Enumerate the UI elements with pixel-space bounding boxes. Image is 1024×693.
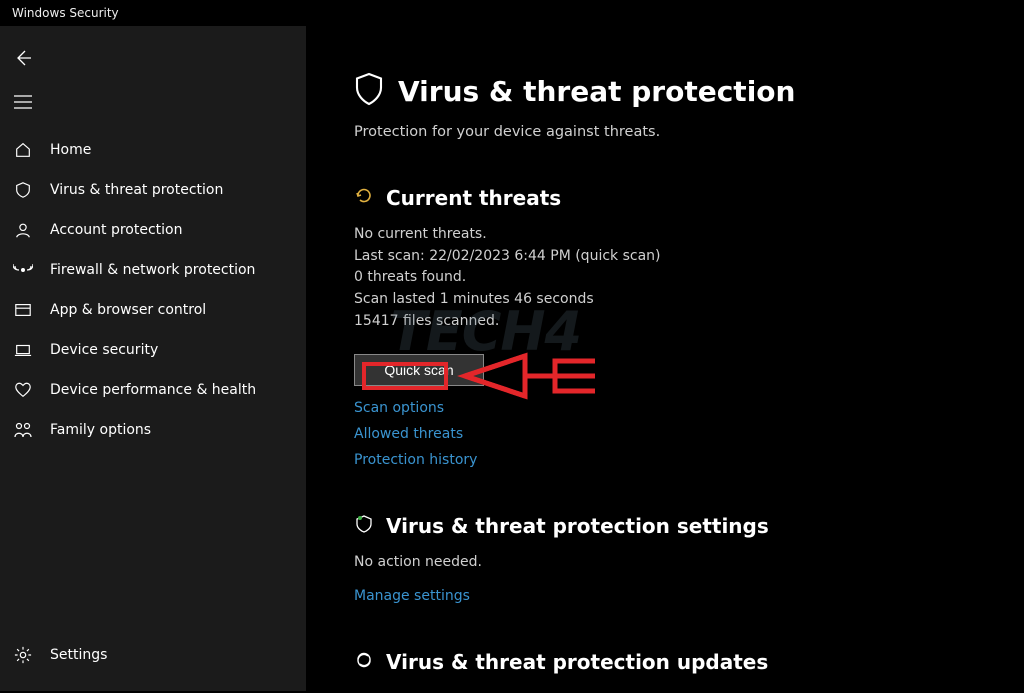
threats-found: 0 threats found.	[354, 267, 1024, 289]
scan-options-link[interactable]: Scan options	[354, 400, 1024, 416]
refresh-icon	[354, 186, 374, 210]
heart-icon	[11, 381, 35, 399]
sidebar-item-label: Device security	[50, 342, 158, 358]
sidebar-item-app-browser[interactable]: App & browser control	[0, 290, 306, 330]
sidebar-item-account[interactable]: Account protection	[0, 210, 306, 250]
threat-status: No current threats.	[354, 224, 1024, 246]
allowed-threats-link[interactable]: Allowed threats	[354, 426, 1024, 442]
wifi-icon	[11, 261, 35, 279]
title-bar: Windows Security	[0, 0, 1024, 26]
settings-shield-icon	[354, 514, 374, 538]
protection-history-link[interactable]: Protection history	[354, 452, 1024, 468]
page-subtitle: Protection for your device against threa…	[354, 124, 1024, 140]
sidebar-item-family[interactable]: Family options	[0, 410, 306, 450]
laptop-icon	[11, 341, 35, 359]
home-icon	[11, 141, 35, 159]
section-heading: Virus & threat protection updates	[386, 650, 768, 674]
app-title: Windows Security	[12, 6, 119, 20]
sidebar-item-label: Home	[50, 142, 91, 158]
sidebar-item-label: Device performance & health	[50, 382, 256, 398]
person-icon	[11, 221, 35, 239]
current-threats-section: Current threats No current threats. Last…	[354, 186, 1024, 468]
family-icon	[11, 421, 35, 439]
menu-button[interactable]	[0, 80, 46, 124]
sidebar-item-label: Family options	[50, 422, 151, 438]
update-icon	[354, 650, 374, 674]
back-arrow-icon	[13, 48, 33, 68]
protection-updates-section: Virus & threat protection updates Securi…	[354, 650, 1024, 691]
sidebar-item-label: Account protection	[50, 222, 183, 238]
nav-list: Home Virus & threat protection Account p…	[0, 130, 306, 635]
protection-settings-section: Virus & threat protection settings No ac…	[354, 514, 1024, 604]
sidebar-item-label: Settings	[50, 647, 107, 663]
section-heading: Virus & threat protection settings	[386, 514, 769, 538]
settings-status: No action needed.	[354, 552, 1024, 574]
files-scanned: 15417 files scanned.	[354, 311, 1024, 333]
sidebar-item-settings[interactable]: Settings	[0, 635, 306, 675]
scan-duration: Scan lasted 1 minutes 46 seconds	[354, 289, 1024, 311]
sidebar: Home Virus & threat protection Account p…	[0, 26, 306, 691]
shield-icon	[11, 181, 35, 199]
sidebar-item-label: Virus & threat protection	[50, 182, 223, 198]
page-title: Virus & threat protection	[398, 75, 795, 108]
sidebar-item-virus-threat[interactable]: Virus & threat protection	[0, 170, 306, 210]
section-heading: Current threats	[386, 186, 561, 210]
hamburger-icon	[14, 95, 32, 109]
gear-icon	[11, 646, 35, 664]
sidebar-item-firewall[interactable]: Firewall & network protection	[0, 250, 306, 290]
sidebar-item-performance[interactable]: Device performance & health	[0, 370, 306, 410]
back-button[interactable]	[0, 36, 46, 80]
browser-icon	[11, 301, 35, 319]
manage-settings-link[interactable]: Manage settings	[354, 588, 1024, 604]
sidebar-item-label: Firewall & network protection	[50, 262, 255, 278]
updates-status: Security intelligence is up to date.	[354, 688, 1024, 691]
quick-scan-button[interactable]: Quick scan	[354, 354, 484, 386]
sidebar-item-device-security[interactable]: Device security	[0, 330, 306, 370]
shield-icon	[354, 72, 384, 110]
sidebar-item-label: App & browser control	[50, 302, 206, 318]
sidebar-item-home[interactable]: Home	[0, 130, 306, 170]
main-content: Virus & threat protection Protection for…	[306, 26, 1024, 691]
last-scan: Last scan: 22/02/2023 6:44 PM (quick sca…	[354, 246, 1024, 268]
